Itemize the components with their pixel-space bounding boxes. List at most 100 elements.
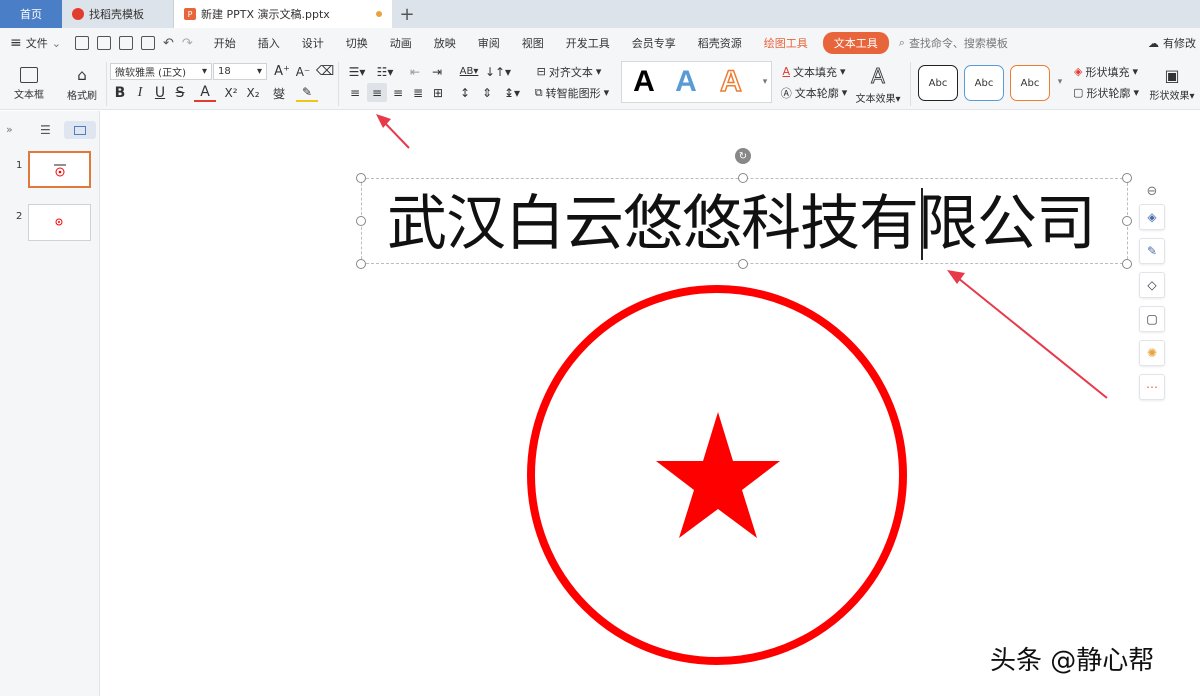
menu-insert[interactable]: 插入 [247, 35, 291, 51]
slide-thumbnail-1[interactable] [28, 151, 91, 188]
menu-file[interactable]: 文件 [26, 35, 48, 51]
text-effect-label-wrap: 文本效果▾ [855, 93, 901, 105]
italic-button[interactable]: I [132, 84, 148, 102]
strikethrough-button[interactable]: S [172, 84, 188, 102]
text-direction-icon[interactable]: AB▾ [456, 63, 482, 80]
tab-home[interactable]: 首页 [0, 0, 62, 28]
text-style-blue[interactable]: A [668, 60, 704, 104]
print-preview-icon[interactable] [140, 35, 155, 50]
resize-handle-left[interactable] [356, 216, 366, 226]
pen-icon[interactable]: ✎ [1139, 238, 1165, 264]
text-cursor [921, 188, 923, 260]
shape-style-orange[interactable]: Abc [1010, 65, 1050, 101]
rotate-handle-icon[interactable]: ↻ [735, 148, 751, 164]
chevron-down-icon[interactable]: ⌄ [52, 37, 61, 50]
shape-gallery-expand-icon[interactable]: ▾ [1055, 72, 1065, 92]
smart-shape-button[interactable]: ⧉ 转智能图形 ▾ [530, 83, 614, 102]
subscript-button[interactable]: X₂ [243, 84, 263, 102]
increase-indent-icon[interactable]: ⇥ [428, 63, 446, 80]
subscript-icon: X₂ [246, 86, 260, 100]
save-icon[interactable] [74, 35, 89, 50]
more-icon[interactable]: ⋯ [1139, 374, 1165, 400]
format-painter-button[interactable]: ⌂ 格式刷 [60, 63, 104, 105]
shape-outline-button[interactable]: ▢ 形状轮廓 ▾ [1070, 83, 1142, 102]
print-icon[interactable] [118, 35, 133, 50]
font-size-select[interactable]: 18 ▾ [213, 63, 267, 80]
resize-handle-top[interactable] [738, 173, 748, 183]
resize-handle-bottom[interactable] [738, 259, 748, 269]
eraser-icon[interactable]: ⌫ [316, 63, 334, 80]
hamburger-icon[interactable]: ≡ [10, 35, 22, 51]
line-spacing-icon[interactable]: ↕ [456, 83, 474, 102]
redo-icon[interactable]: ↷ [182, 36, 193, 51]
thumbnail-view-icon[interactable] [64, 121, 96, 139]
menu-review[interactable]: 审阅 [467, 35, 511, 51]
resize-handle-top-right[interactable] [1122, 173, 1132, 183]
shape-style-blue[interactable]: Abc [964, 65, 1004, 101]
align-left-icon[interactable]: ≡ [346, 83, 364, 102]
text-outline-button[interactable]: Ⓐ 文本轮廓 ▾ [778, 83, 850, 102]
paragraph-spacing-icon[interactable]: ⇕ [478, 83, 496, 102]
align-text-button[interactable]: ⊟ 对齐文本 ▾ [530, 63, 608, 80]
layers-icon[interactable]: ◈ [1139, 204, 1165, 230]
resize-handle-top-left[interactable] [356, 173, 366, 183]
gallery-expand-icon[interactable]: ▾ [760, 72, 770, 92]
shape-fill-button[interactable]: ◈ 形状填充 ▾ [1070, 63, 1142, 80]
phonetic-guide-button[interactable]: 燮 [268, 84, 290, 102]
plus-icon: + [399, 3, 415, 25]
command-search[interactable]: ⌕ 查找命令、搜索模板 [899, 35, 1008, 51]
superscript-button[interactable]: X² [221, 84, 241, 102]
decrease-font-icon[interactable]: A⁻ [294, 63, 312, 80]
text-fill-button[interactable]: A 文本填充 ▾ [778, 63, 850, 80]
distribute-icon[interactable]: ⊞ [429, 83, 447, 102]
new-tab-button[interactable]: + [392, 0, 422, 28]
menu-drawing-tools[interactable]: 绘图工具 [753, 35, 819, 51]
increase-font-icon[interactable]: A⁺ [273, 63, 291, 80]
menu-view[interactable]: 视图 [511, 35, 555, 51]
underline-button[interactable]: U [152, 84, 168, 102]
textbox-button[interactable]: 文本框 [6, 63, 52, 105]
tab-template[interactable]: 找稻壳模板 [62, 0, 174, 28]
export-pdf-icon[interactable] [96, 35, 111, 50]
justify-icon[interactable]: ≣ [409, 83, 427, 102]
resize-handle-right[interactable] [1122, 216, 1132, 226]
sort-icon[interactable]: ↓↑▾ [485, 63, 511, 80]
cloud-sync-status[interactable]: ☁ 有修改 [1148, 35, 1200, 51]
collapse-toolbar-icon[interactable]: ⊖ [1139, 178, 1165, 204]
font-family-select[interactable]: 微软雅黑 (正文) ▾ [110, 63, 212, 80]
undo-icon[interactable]: ↶ [163, 36, 174, 51]
column-spacing-icon[interactable]: ↨▾ [500, 83, 524, 102]
menu-slideshow[interactable]: 放映 [423, 35, 467, 51]
outline-icon[interactable]: ▢ [1139, 306, 1165, 332]
shape-effect-button[interactable]: ▣ 形状效果▾ [1145, 63, 1199, 105]
menu-animation[interactable]: 动画 [379, 35, 423, 51]
bold-button[interactable]: B [112, 84, 128, 102]
align-center-icon[interactable]: ≡ [367, 83, 387, 102]
text-style-orange-outline[interactable]: A [713, 60, 749, 104]
collapse-panel-icon[interactable]: » [6, 123, 13, 136]
font-color-button[interactable]: A [194, 84, 216, 102]
text-style-black[interactable]: A [626, 60, 662, 104]
shape-style-black[interactable]: Abc [918, 65, 958, 101]
numbered-list-icon[interactable]: ☷▾ [373, 63, 397, 80]
menu-transition[interactable]: 切换 [335, 35, 379, 51]
menu-member[interactable]: 会员专享 [621, 35, 687, 51]
lightbulb-icon[interactable]: ✺ [1139, 340, 1165, 366]
menu-home[interactable]: 开始 [203, 35, 247, 51]
menu-developer[interactable]: 开发工具 [555, 35, 621, 51]
fill-icon[interactable]: ◇ [1139, 272, 1165, 298]
decrease-indent-icon[interactable]: ⇤ [406, 63, 424, 80]
menu-docer-resources[interactable]: 稻壳资源 [687, 35, 753, 51]
outline-view-icon[interactable]: ☰ [40, 123, 51, 137]
align-right-icon[interactable]: ≡ [389, 83, 407, 102]
menu-design[interactable]: 设计 [291, 35, 335, 51]
tab-document[interactable]: P 新建 PPTX 演示文稿.pptx [174, 0, 392, 28]
slide-thumbnail-2[interactable] [28, 204, 91, 241]
resize-handle-bottom-right[interactable] [1122, 259, 1132, 269]
company-name-text[interactable]: 武汉白云悠悠科技有限公司 [387, 186, 1107, 262]
resize-handle-bottom-left[interactable] [356, 259, 366, 269]
highlight-icon[interactable]: ✎ [296, 84, 318, 102]
text-effect-button[interactable]: A 文本效果▾ [852, 63, 904, 105]
bullet-list-icon[interactable]: ☰▾ [345, 63, 369, 80]
menu-text-tools[interactable]: 文本工具 [822, 32, 889, 54]
